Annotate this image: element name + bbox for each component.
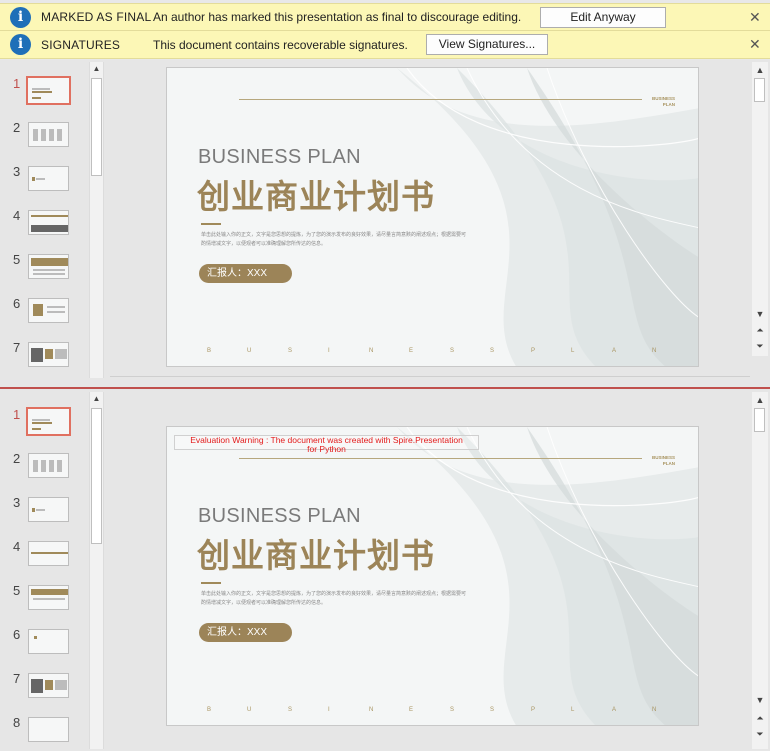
pane-splitter[interactable] bbox=[0, 382, 770, 390]
edit-anyway-button[interactable]: Edit Anyway bbox=[540, 6, 666, 28]
slide-accent-dash bbox=[201, 582, 221, 584]
thumbnail-number: 2 bbox=[13, 120, 21, 135]
thumbnail-slide-4[interactable] bbox=[28, 210, 69, 235]
slide-accent-dash bbox=[201, 223, 221, 225]
slide-canvas[interactable]: Evaluation Warning : The document was cr… bbox=[166, 426, 699, 726]
slide-canvas[interactable]: BUSINESS PLAN BUSINESS PLAN 创业商业计划书 单击此处… bbox=[166, 67, 699, 367]
thumbnail-slide-1[interactable] bbox=[26, 407, 71, 436]
thumbnail-slide-6[interactable] bbox=[28, 629, 69, 654]
thumbnail-number: 6 bbox=[13, 627, 21, 642]
slide-title-cn: 创业商业计划书 bbox=[197, 536, 435, 575]
editor-pane-top: 1 2 3 4 5 6 7 ▲ BUSINESS PLAN BUSINESS P… bbox=[0, 60, 770, 382]
scrollbar-thumb[interactable] bbox=[754, 408, 765, 432]
thumbnail-slide-5[interactable] bbox=[28, 585, 69, 610]
thumbnail-scrollbar[interactable]: ▲ bbox=[89, 62, 104, 378]
previous-slide-icon[interactable]: ⏶ bbox=[752, 712, 768, 724]
thumbnail-number: 5 bbox=[13, 583, 21, 598]
thumbnail-slide-7[interactable] bbox=[28, 342, 69, 367]
previous-slide-icon[interactable]: ⏶ bbox=[752, 324, 768, 336]
slide-scrollbar[interactable]: ▲ ▼ ⏶ ⏷ bbox=[752, 62, 768, 356]
thumbnail-number: 4 bbox=[13, 539, 21, 554]
slide-corner-label: BUSINESS PLAN bbox=[651, 455, 675, 466]
thumbnail-slide-5[interactable] bbox=[28, 254, 69, 279]
thumbnail-number: 1 bbox=[13, 76, 21, 91]
scroll-up-icon[interactable]: ▲ bbox=[90, 62, 103, 76]
scroll-up-icon[interactable]: ▲ bbox=[752, 64, 768, 76]
thumbnail-number: 3 bbox=[13, 164, 21, 179]
slide-title-cn: 创业商业计划书 bbox=[197, 177, 435, 216]
thumbnail-slide-3[interactable] bbox=[28, 497, 69, 522]
thumbnail-slide-6[interactable] bbox=[28, 298, 69, 323]
info-icon: i bbox=[10, 6, 31, 28]
thumbnail-number: 1 bbox=[13, 407, 21, 422]
next-slide-icon[interactable]: ⏷ bbox=[752, 340, 768, 352]
reporter-pill: 汇报人：XXX bbox=[199, 623, 292, 642]
slide-stage: Evaluation Warning : The document was cr… bbox=[110, 390, 750, 751]
thumbnail-slide-2[interactable] bbox=[28, 122, 69, 147]
evaluation-warning: Evaluation Warning : The document was cr… bbox=[174, 435, 479, 454]
close-icon[interactable]: ✕ bbox=[749, 36, 761, 53]
scroll-up-icon[interactable]: ▲ bbox=[90, 392, 103, 406]
slide-top-rule bbox=[239, 458, 642, 459]
slide-stage: BUSINESS PLAN BUSINESS PLAN 创业商业计划书 单击此处… bbox=[110, 60, 750, 382]
thumbnail-number: 4 bbox=[13, 208, 21, 223]
thumbnail-slide-3[interactable] bbox=[28, 166, 69, 191]
reporter-pill: 汇报人：XXX bbox=[199, 264, 292, 283]
slide-scrollbar[interactable]: ▲ ▼ ⏶ ⏷ bbox=[752, 392, 768, 749]
marked-final-bar: i MARKED AS FINAL An author has marked t… bbox=[0, 3, 770, 31]
slide-title-en: BUSINESS PLAN bbox=[198, 146, 361, 168]
scrollbar-thumb[interactable] bbox=[91, 78, 102, 176]
close-icon[interactable]: ✕ bbox=[749, 9, 761, 26]
scroll-down-icon[interactable]: ▼ bbox=[752, 694, 768, 706]
thumbnail-number: 5 bbox=[13, 252, 21, 267]
thumbnail-number: 8 bbox=[13, 715, 21, 730]
thumbnail-slide-8[interactable] bbox=[28, 717, 69, 742]
signatures-title: SIGNATURES bbox=[41, 37, 121, 52]
signatures-text: This document contains recoverable signa… bbox=[153, 37, 408, 52]
thumbnail-scrollbar[interactable]: ▲ bbox=[89, 392, 104, 749]
signatures-bar: i SIGNATURES This document contains reco… bbox=[0, 31, 770, 59]
thumbnail-slide-4[interactable] bbox=[28, 541, 69, 566]
slide-top-rule bbox=[239, 99, 642, 100]
next-slide-icon[interactable]: ⏷ bbox=[752, 728, 768, 740]
thumbnail-number: 7 bbox=[13, 340, 21, 355]
thumbnail-number: 6 bbox=[13, 296, 21, 311]
thumbnail-slide-2[interactable] bbox=[28, 453, 69, 478]
marked-final-title: MARKED AS FINAL bbox=[41, 10, 152, 24]
thumbnail-number: 2 bbox=[13, 451, 21, 466]
marked-final-text: An author has marked this presentation a… bbox=[153, 10, 522, 24]
thumbnail-panel: 1 2 3 4 5 6 7 ▲ bbox=[0, 60, 108, 382]
info-icon: i bbox=[10, 34, 31, 55]
scroll-up-icon[interactable]: ▲ bbox=[752, 394, 768, 406]
editor-pane-bottom: 1 2 3 4 5 6 7 8 ▲ Evaluation Warning: T… bbox=[0, 390, 770, 751]
scrollbar-thumb[interactable] bbox=[754, 78, 765, 102]
thumbnail-slide-7[interactable] bbox=[28, 673, 69, 698]
thumbnail-number: 3 bbox=[13, 495, 21, 510]
slide-corner-label: BUSINESS PLAN bbox=[651, 96, 675, 107]
slide-body-text: 单击此处输入你的正文，文字是您思想的提炼，为了您的演示发布的良好效果，请尽量言简… bbox=[201, 591, 467, 606]
thumbnail-number: 7 bbox=[13, 671, 21, 686]
thumbnail-slide-1[interactable] bbox=[26, 76, 71, 105]
scroll-down-icon[interactable]: ▼ bbox=[752, 308, 768, 320]
slide-body-text: 单击此处输入你的正文，文字是您思想的提炼，为了您的演示发布的良好效果，请尽量言简… bbox=[201, 232, 467, 247]
thumbnail-panel: 1 2 3 4 5 6 7 8 ▲ bbox=[0, 390, 108, 751]
slide-title-en: BUSINESS PLAN bbox=[198, 505, 361, 527]
view-signatures-button[interactable]: View Signatures... bbox=[426, 34, 548, 55]
scrollbar-thumb[interactable] bbox=[91, 408, 102, 544]
